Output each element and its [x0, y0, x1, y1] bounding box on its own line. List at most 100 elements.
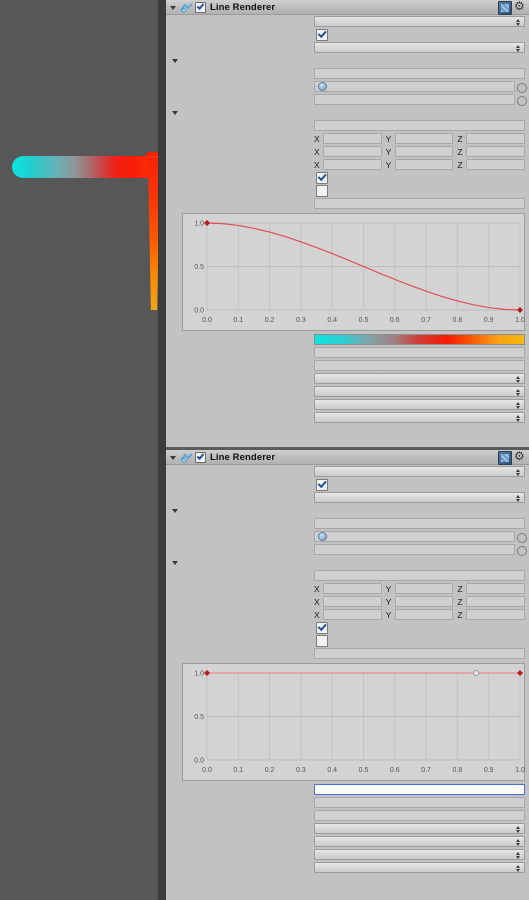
input-x[interactable]: [323, 583, 382, 594]
axis-label-y: Y: [385, 133, 392, 144]
checkbox-use-world-space[interactable]: [316, 172, 328, 184]
foldout-open-icon[interactable]: [170, 3, 179, 12]
input-end-cap-vertices[interactable]: [314, 360, 525, 371]
property-row-element-1: X Y Z: [166, 595, 529, 608]
input-end-cap-vertices[interactable]: [314, 810, 525, 821]
input-x[interactable]: [323, 596, 382, 607]
property-rows-bottom: X Y Z X Y Z X Y Z: [166, 465, 529, 660]
vector3-component-z: Z: [457, 159, 526, 170]
input-z[interactable]: [466, 583, 526, 594]
input-y[interactable]: [394, 159, 454, 170]
input-z[interactable]: [466, 596, 526, 607]
object-picker-icon[interactable]: [517, 96, 527, 106]
input-z[interactable]: [466, 146, 526, 157]
gear-icon[interactable]: [514, 0, 526, 14]
object-field-element-0[interactable]: [314, 81, 515, 92]
width-curve-graph-bottom[interactable]: 0.0 0.5 1.0 0.0 0.1 0.2 0.3 0.4 0.5 0.6 0.7 0.8 0.9 1…: [182, 663, 525, 781]
property-row-receive-shadows: [166, 478, 529, 491]
vector3-component-y: Y: [386, 583, 454, 594]
input-y[interactable]: [394, 596, 454, 607]
input-width[interactable]: [314, 648, 525, 659]
dropdown-texture-mode[interactable]: [314, 836, 525, 847]
svg-text:0.0: 0.0: [194, 758, 204, 765]
property-row-color: [166, 783, 529, 796]
object-field-lightmap-parameters[interactable]: [314, 94, 515, 105]
input-corner-vertices[interactable]: [314, 797, 525, 808]
dropdown-texture-mode[interactable]: [314, 386, 525, 397]
property-row-alignment: [166, 822, 529, 835]
dropdown-cast-shadows[interactable]: [314, 466, 525, 477]
input-x[interactable]: [323, 609, 382, 620]
svg-text:0.7: 0.7: [421, 317, 431, 324]
input-y[interactable]: [394, 146, 454, 157]
object-picker-icon[interactable]: [517, 83, 527, 93]
gear-icon[interactable]: [514, 450, 526, 464]
object-field-lightmap-parameters[interactable]: [314, 544, 515, 555]
checkbox-use-world-space[interactable]: [316, 622, 328, 634]
input-size[interactable]: [314, 570, 525, 581]
component-enabled-checkbox[interactable]: [195, 1, 206, 13]
scene-view-top[interactable]: [0, 0, 158, 450]
input-corner-vertices[interactable]: [314, 347, 525, 358]
component-header-top[interactable]: Line Renderer: [166, 0, 529, 15]
dropdown-alignment[interactable]: [314, 823, 525, 834]
input-x[interactable]: [323, 159, 382, 170]
input-y[interactable]: [394, 609, 454, 620]
gradient-field-color[interactable]: [314, 334, 525, 345]
input-size[interactable]: [314, 120, 525, 131]
dropdown-motion-vectors[interactable]: [314, 492, 525, 503]
checkbox-loop[interactable]: [316, 635, 328, 647]
input-width[interactable]: [314, 198, 525, 209]
dropdown-motion-vectors[interactable]: [314, 42, 525, 53]
scene-view-bottom[interactable]: [0, 450, 158, 900]
input-z[interactable]: [466, 159, 526, 170]
input-z[interactable]: [466, 133, 526, 144]
component-header-bottom[interactable]: Line Renderer: [166, 450, 529, 465]
foldout-positions[interactable]: [166, 106, 529, 119]
object-field-element-0[interactable]: [314, 531, 515, 542]
input-y[interactable]: [394, 133, 454, 144]
dropdown-light-probes[interactable]: [314, 849, 525, 860]
dropdown-cast-shadows[interactable]: [314, 16, 525, 27]
help-book-icon[interactable]: [498, 1, 512, 15]
property-row-size: [166, 67, 529, 80]
width-curve-graph-top[interactable]: 0.0 0.5 1.0 0.0 0.1 0.2 0.3 0.4 0.5 0.6 0.7 0.8 0.9 1…: [182, 213, 525, 331]
input-size[interactable]: [314, 68, 525, 79]
dropdown-light-probes[interactable]: [314, 399, 525, 410]
component-enabled-checkbox[interactable]: [195, 451, 206, 463]
foldout-positions[interactable]: [166, 556, 529, 569]
svg-text:0.0: 0.0: [194, 308, 204, 315]
checkbox-loop[interactable]: [316, 185, 328, 197]
material-sphere-icon: [318, 82, 327, 91]
input-z[interactable]: [466, 609, 526, 620]
vector3-component-y: Y: [386, 146, 454, 157]
foldout-materials[interactable]: [166, 54, 529, 67]
input-y[interactable]: [394, 583, 454, 594]
help-book-icon[interactable]: [498, 451, 512, 465]
input-x[interactable]: [323, 133, 382, 144]
property-row-reflection-probes: [166, 861, 529, 874]
checkbox-receive-shadows[interactable]: [316, 479, 328, 491]
dropdown-alignment[interactable]: [314, 373, 525, 384]
axis-label-x: X: [314, 159, 320, 170]
object-picker-icon[interactable]: [517, 533, 527, 543]
foldout-open-icon[interactable]: [170, 453, 179, 462]
checkbox-receive-shadows[interactable]: [316, 29, 328, 41]
color-field-color[interactable]: [314, 784, 525, 795]
material-sphere-icon: [318, 532, 327, 541]
dropdown-reflection-probes[interactable]: [314, 862, 525, 873]
dropdown-reflection-probes[interactable]: [314, 412, 525, 423]
input-x[interactable]: [323, 146, 382, 157]
axis-label-z: Z: [457, 133, 463, 144]
chevron-down-icon: [172, 507, 180, 515]
input-size[interactable]: [314, 518, 525, 529]
svg-text:0.4: 0.4: [327, 317, 337, 324]
property-row-texture-mode: [166, 835, 529, 848]
property-row-size: [166, 119, 529, 132]
object-picker-icon[interactable]: [517, 546, 527, 556]
axis-label-x: X: [314, 133, 320, 144]
foldout-materials[interactable]: [166, 504, 529, 517]
svg-text:1.0: 1.0: [515, 317, 525, 324]
axis-label-x: X: [314, 583, 320, 594]
svg-text:0.9: 0.9: [484, 317, 494, 324]
